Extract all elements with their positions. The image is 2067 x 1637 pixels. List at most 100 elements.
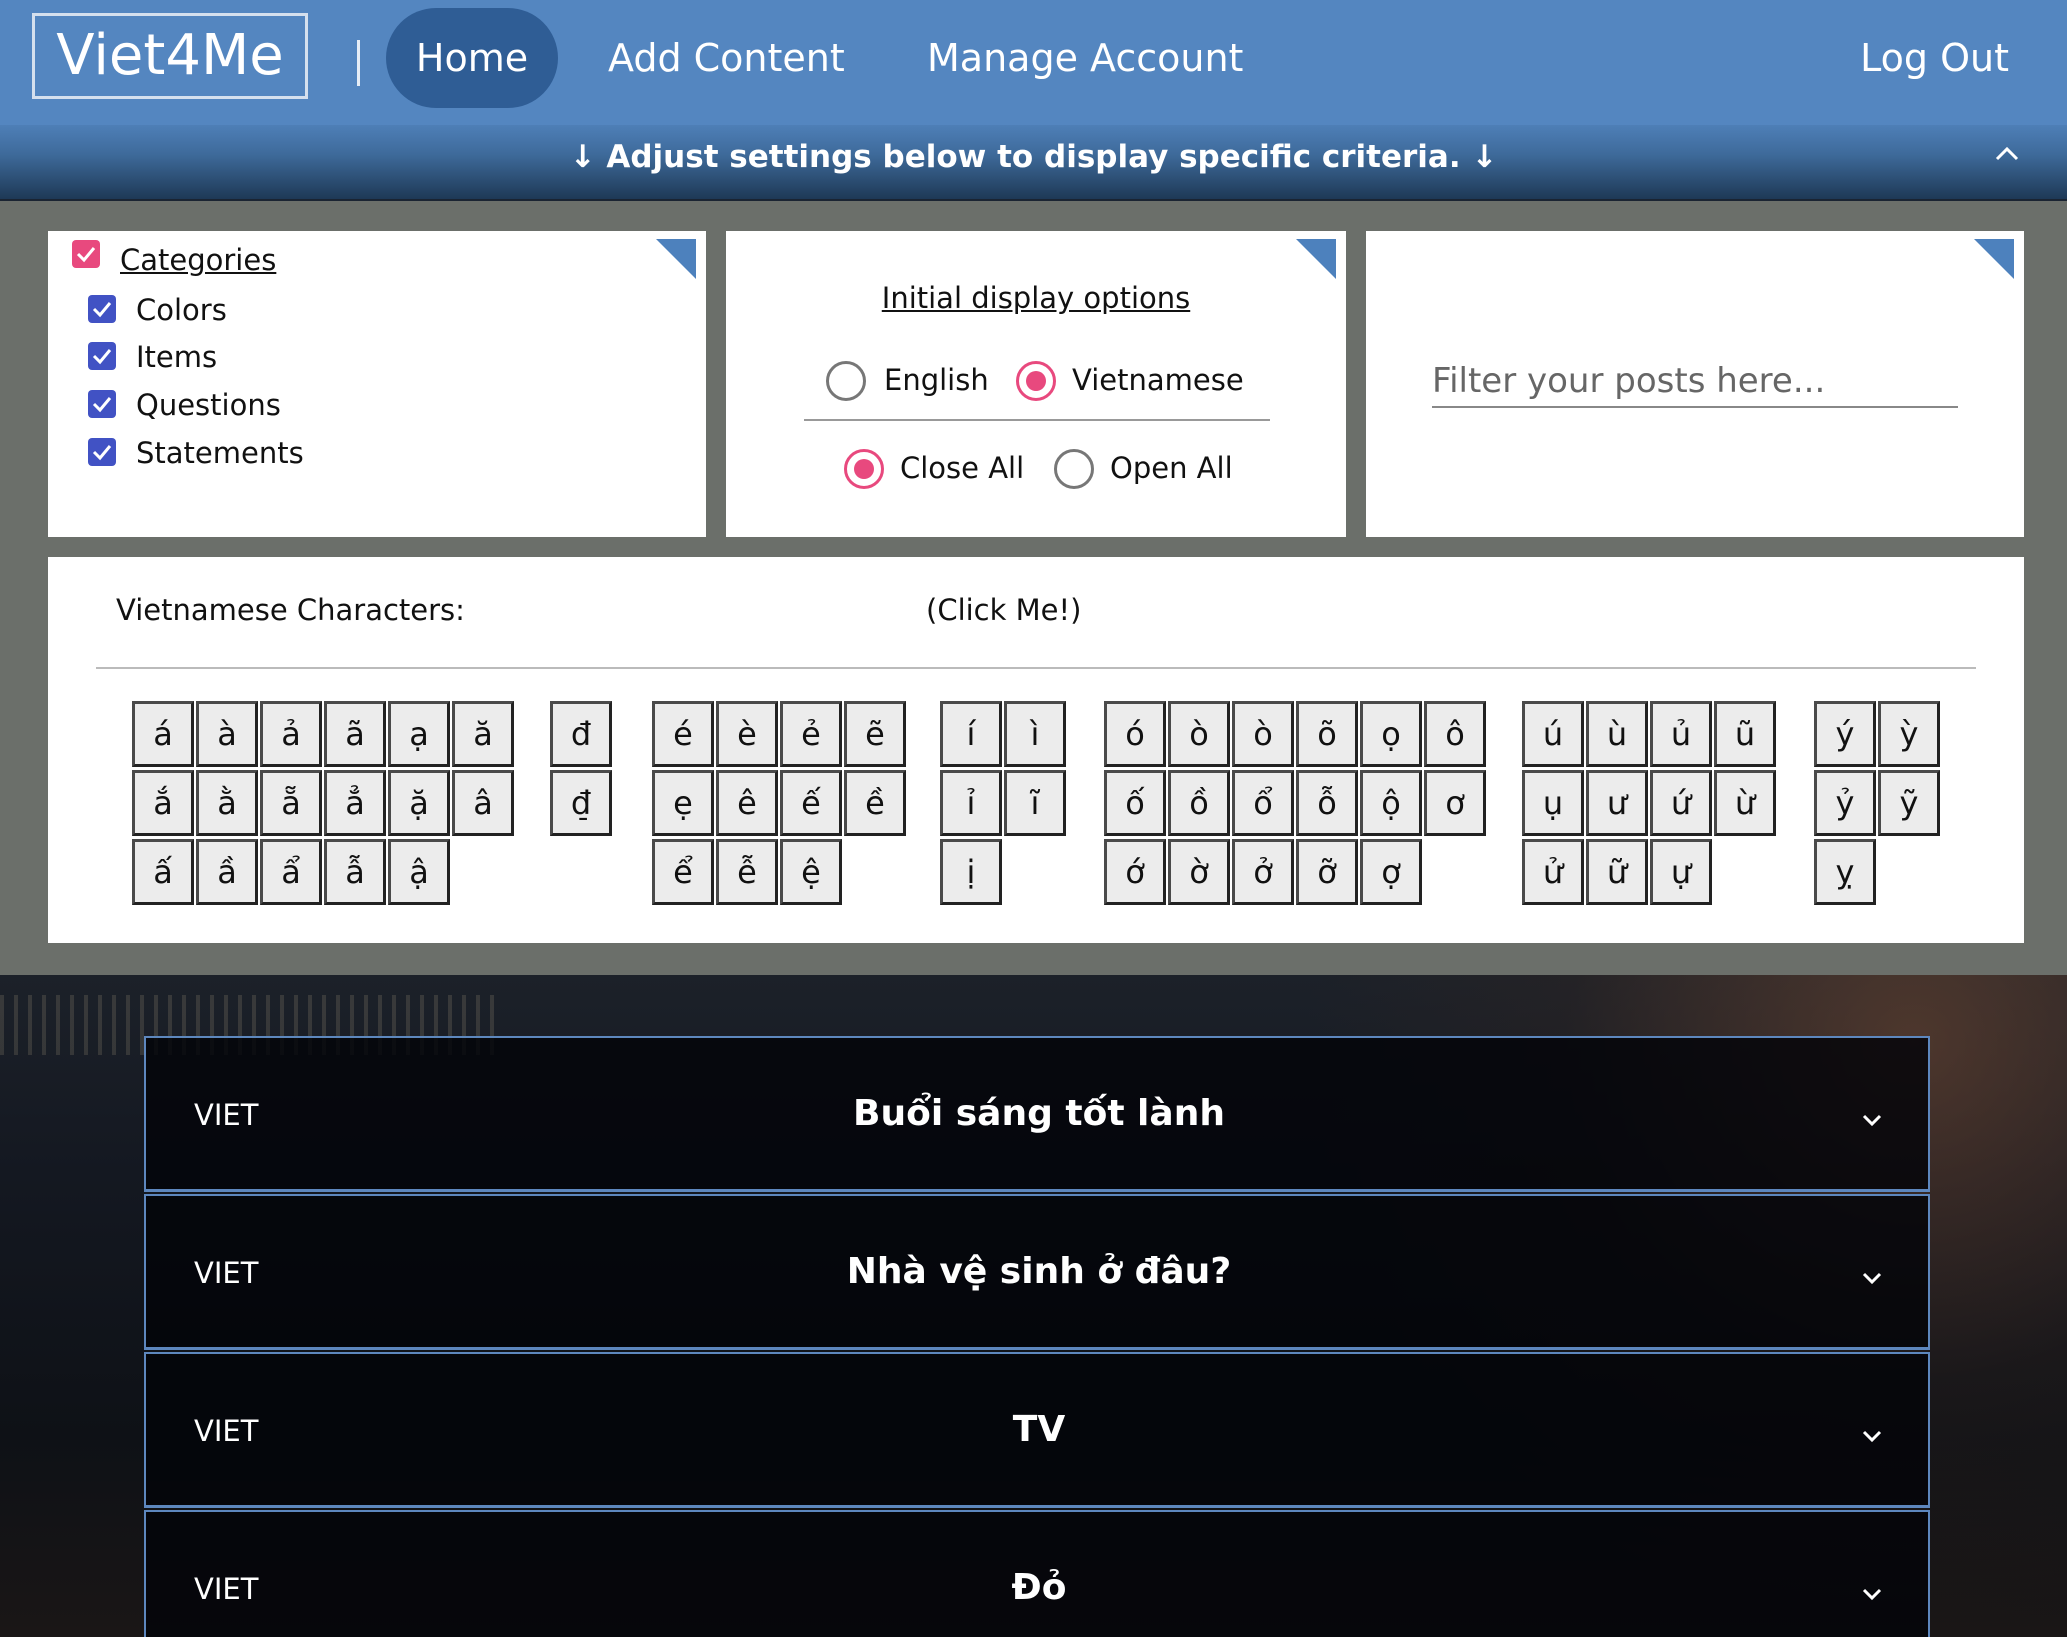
char-key[interactable]: ệ [780,839,842,905]
char-key[interactable]: ấ [132,839,194,905]
category-checkbox[interactable] [88,295,116,323]
char-key[interactable]: ể [652,839,714,905]
char-key[interactable]: ẵ [260,770,322,836]
char-key[interactable]: ẹ [652,770,714,836]
nav-logout-link[interactable]: Log Out [1860,8,2009,108]
brand-logo[interactable]: Viet4Me [32,13,308,99]
char-key[interactable]: ồ [1168,770,1230,836]
radio-close-all[interactable] [844,449,884,489]
chevron-up-icon[interactable] [1987,135,2027,175]
char-key[interactable]: ô [1424,701,1486,767]
char-key[interactable]: ỳ [1878,701,1940,767]
char-key[interactable]: í [940,701,1002,767]
char-key[interactable]: ỷ [1814,770,1876,836]
char-key[interactable]: à [196,701,258,767]
radio-vietnamese-label[interactable]: Vietnamese [1072,363,1244,397]
char-key[interactable]: è [716,701,778,767]
char-key[interactable]: ọ [1360,701,1422,767]
radio-vietnamese[interactable] [1016,361,1056,401]
char-key[interactable]: ụ [1522,770,1584,836]
char-key[interactable]: ê [716,770,778,836]
post-accordion-item[interactable]: VIET Nhà vệ sinh ở đâu? [144,1194,1930,1350]
char-key[interactable]: é [652,701,714,767]
char-key[interactable]: ẫ [324,839,386,905]
char-key[interactable]: ư [1586,770,1648,836]
char-key[interactable]: ả [260,701,322,767]
char-key[interactable]: ò [1168,701,1230,767]
char-key[interactable]: ế [780,770,842,836]
char-key[interactable]: ộ [1360,770,1422,836]
nav-manage-account-link[interactable]: Manage Account [927,8,1243,108]
category-checkbox[interactable] [88,342,116,370]
nav-add-content-link[interactable]: Add Content [608,8,845,108]
char-key[interactable]: ò [1232,701,1294,767]
post-accordion-item[interactable]: VIET Buổi sáng tốt lành [144,1036,1930,1192]
char-key[interactable]: ằ [196,770,258,836]
char-key[interactable]: ợ [1360,839,1422,905]
char-key[interactable]: ề [844,770,906,836]
char-key[interactable]: ặ [388,770,450,836]
chevron-down-icon[interactable] [1858,1580,1886,1608]
char-key[interactable]: ĩ [1004,770,1066,836]
radio-english[interactable] [826,361,866,401]
char-key[interactable]: ự [1650,839,1712,905]
panel-corner-marker [1296,239,1336,279]
char-key[interactable]: ẻ [780,701,842,767]
char-key[interactable]: á [132,701,194,767]
char-key[interactable]: ở [1232,839,1294,905]
radio-open-all-label[interactable]: Open All [1110,451,1233,485]
char-key[interactable]: ủ [1650,701,1712,767]
char-key[interactable]: ổ [1232,770,1294,836]
char-key[interactable]: ý [1814,701,1876,767]
char-key[interactable]: đ [550,701,612,767]
char-key[interactable]: ỉ [940,770,1002,836]
checkmark-icon [92,445,112,461]
char-key[interactable]: ó [1104,701,1166,767]
char-key[interactable]: ớ [1104,839,1166,905]
char-key[interactable]: ầ [196,839,258,905]
char-key[interactable]: ỵ [1814,839,1876,905]
char-key[interactable]: â [452,770,514,836]
char-key[interactable]: ễ [716,839,778,905]
radio-english-label[interactable]: English [884,363,989,397]
char-key[interactable]: ạ [388,701,450,767]
category-checkbox[interactable] [88,438,116,466]
char-key[interactable]: ũ [1714,701,1776,767]
char-key[interactable]: ì [1004,701,1066,767]
char-key[interactable]: ỡ [1296,839,1358,905]
char-key[interactable]: ù [1586,701,1648,767]
post-accordion-item[interactable]: VIET TV [144,1352,1930,1508]
char-key[interactable]: ú [1522,701,1584,767]
char-key[interactable]: ờ [1168,839,1230,905]
char-key[interactable]: ử [1522,839,1584,905]
char-key[interactable]: ă [452,701,514,767]
char-key[interactable]: ơ [1424,770,1486,836]
radio-close-all-label[interactable]: Close All [900,451,1024,485]
char-key[interactable]: ị [940,839,1002,905]
settings-toggle-bar[interactable]: ↓ Adjust settings below to display speci… [0,125,2067,201]
char-key[interactable]: ữ [1586,839,1648,905]
char-key[interactable]: ỗ [1296,770,1358,836]
category-checkbox[interactable] [88,390,116,418]
nav-home-link[interactable]: Home [386,8,558,108]
chevron-down-icon[interactable] [1858,1106,1886,1134]
chevron-down-icon[interactable] [1858,1422,1886,1450]
char-key[interactable]: ứ [1650,770,1712,836]
char-key[interactable]: ỹ [1878,770,1940,836]
char-key[interactable]: ẳ [324,770,386,836]
char-key[interactable]: ừ [1714,770,1776,836]
char-key[interactable]: ẽ [844,701,906,767]
radio-open-all[interactable] [1054,449,1094,489]
char-key[interactable]: ậ [388,839,450,905]
top-navbar: Viet4Me Home Add Content Manage Account … [0,0,2067,125]
categories-select-all-checkbox[interactable] [72,240,100,268]
filter-posts-input[interactable] [1432,356,1958,408]
char-key[interactable]: õ [1296,701,1358,767]
char-key[interactable]: ắ [132,770,194,836]
char-key[interactable]: ã [324,701,386,767]
chevron-down-icon[interactable] [1858,1264,1886,1292]
post-accordion-item[interactable]: VIET Đỏ [144,1510,1930,1637]
char-key[interactable]: đ̠ [550,770,612,836]
char-key[interactable]: ố [1104,770,1166,836]
char-key[interactable]: ẩ [260,839,322,905]
